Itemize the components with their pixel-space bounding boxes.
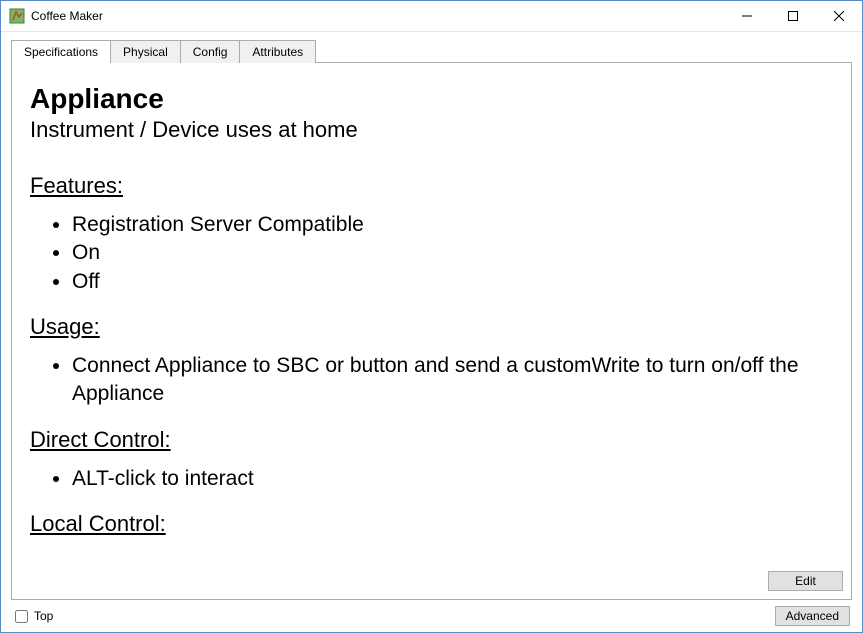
direct-control-heading: Direct Control: xyxy=(30,427,827,453)
top-checkbox[interactable]: Top xyxy=(15,609,53,623)
advanced-button[interactable]: Advanced xyxy=(775,606,850,626)
window-controls xyxy=(724,1,862,31)
doc-subtitle: Instrument / Device uses at home xyxy=(30,117,827,143)
minimize-button[interactable] xyxy=(724,1,770,31)
direct-control-list: ALT-click to interact xyxy=(72,465,827,493)
tabstrip: Specifications Physical Config Attribute… xyxy=(11,40,852,63)
content-panel: Appliance Instrument / Device uses at ho… xyxy=(12,63,851,565)
tab-attributes[interactable]: Attributes xyxy=(239,40,316,63)
usage-list: Connect Appliance to SBC or button and s… xyxy=(72,352,827,409)
maximize-button[interactable] xyxy=(770,1,816,31)
list-item: Connect Appliance to SBC or button and s… xyxy=(72,352,827,409)
tab-config[interactable]: Config xyxy=(180,40,241,63)
list-item: ALT-click to interact xyxy=(72,465,827,493)
client-area: Specifications Physical Config Attribute… xyxy=(1,32,862,632)
footer: Top Advanced xyxy=(11,600,852,626)
window-title: Coffee Maker xyxy=(31,9,724,23)
doc-heading: Appliance xyxy=(30,83,827,115)
doc-scroll[interactable]: Appliance Instrument / Device uses at ho… xyxy=(12,63,851,565)
features-list: Registration Server Compatible On Off xyxy=(72,211,827,296)
tab-panel: Appliance Instrument / Device uses at ho… xyxy=(11,62,852,600)
list-item: Registration Server Compatible xyxy=(72,211,827,239)
top-checkbox-label: Top xyxy=(34,609,53,623)
tab-physical[interactable]: Physical xyxy=(110,40,181,63)
edit-button[interactable]: Edit xyxy=(768,571,843,591)
titlebar: Coffee Maker xyxy=(1,1,862,32)
list-item: On xyxy=(72,239,827,267)
features-heading: Features: xyxy=(30,173,827,199)
usage-heading: Usage: xyxy=(30,314,827,340)
app-icon xyxy=(9,8,25,24)
close-button[interactable] xyxy=(816,1,862,31)
panel-footer: Edit xyxy=(12,565,851,599)
list-item: Off xyxy=(72,268,827,296)
local-control-heading: Local Control: xyxy=(30,511,827,537)
tab-specifications[interactable]: Specifications xyxy=(11,40,111,63)
top-checkbox-input[interactable] xyxy=(15,610,28,623)
